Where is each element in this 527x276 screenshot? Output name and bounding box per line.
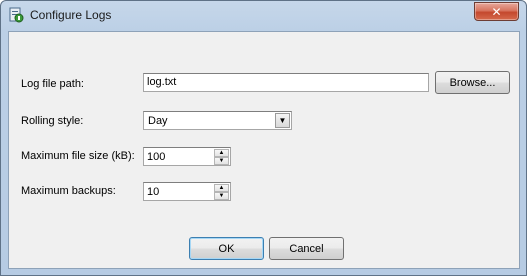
max-backups-label: Maximum backups: [21, 185, 116, 197]
ok-button[interactable]: OK [189, 237, 264, 260]
app-logs-icon [9, 7, 24, 23]
spin-down-icon[interactable]: ▼ [214, 157, 229, 165]
rolling-style-value: Day [148, 115, 168, 127]
browse-button[interactable]: Browse... [435, 71, 510, 94]
dialog-client-area: Log file path: log.txt Browse... Rolling… [8, 31, 520, 269]
max-file-size-label: Maximum file size (kB): [21, 150, 135, 162]
close-icon: ✕ [491, 4, 502, 19]
max-backups-value[interactable]: 10 [147, 186, 159, 198]
chevron-down-icon[interactable]: ▼ [275, 113, 290, 128]
window-title: Configure Logs [30, 8, 112, 22]
max-backups-spin-buttons: ▲ ▼ [214, 184, 229, 200]
cancel-button[interactable]: Cancel [269, 237, 344, 260]
spin-down-icon[interactable]: ▼ [214, 192, 229, 200]
spin-up-icon[interactable]: ▲ [214, 184, 229, 192]
max-file-size-value[interactable]: 100 [147, 151, 165, 163]
rolling-style-select[interactable]: Day ▼ [143, 111, 292, 130]
dialog-window: Configure Logs ✕ Log file path: log.txt … [0, 0, 527, 276]
rolling-style-label: Rolling style: [21, 115, 84, 127]
close-button[interactable]: ✕ [474, 2, 519, 21]
max-file-size-spin-buttons: ▲ ▼ [214, 149, 229, 165]
log-path-input[interactable]: log.txt [143, 73, 429, 92]
max-backups-stepper[interactable]: 10 ▲ ▼ [143, 182, 231, 201]
spin-up-icon[interactable]: ▲ [214, 149, 229, 157]
max-file-size-stepper[interactable]: 100 ▲ ▼ [143, 147, 231, 166]
log-path-label: Log file path: [21, 78, 84, 90]
